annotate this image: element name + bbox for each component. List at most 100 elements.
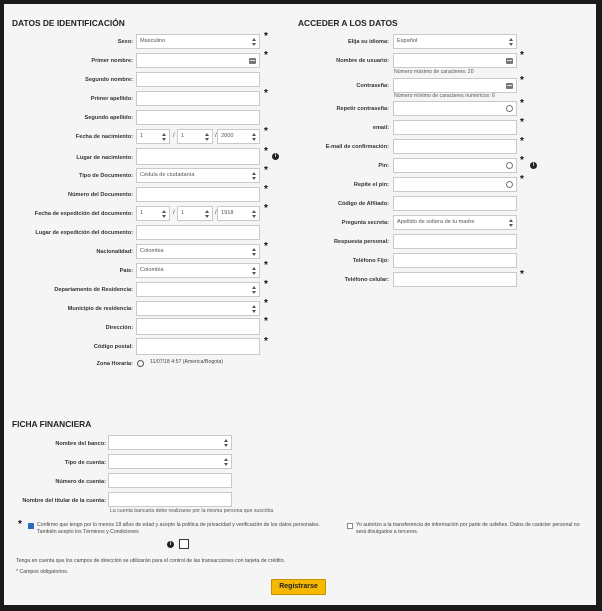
tipo-cuenta-select[interactable]	[108, 454, 232, 469]
contrasena-input[interactable]	[393, 78, 517, 93]
required-note: * Campos obligatorios.	[16, 569, 69, 575]
idioma-select[interactable]: Español	[393, 34, 517, 49]
select-arrows-icon	[161, 132, 167, 142]
departamento-select[interactable]	[136, 282, 260, 297]
fecha-nacimiento-label: Fecha de nacimiento:	[75, 134, 133, 140]
required-star: *	[264, 31, 268, 42]
fecha-exp-month-select[interactable]: 1	[177, 206, 213, 221]
required-star: *	[520, 155, 524, 166]
reveal-icon[interactable]	[506, 181, 513, 188]
select-arrows-icon	[204, 132, 210, 142]
direccion-input[interactable]	[136, 318, 260, 335]
required-star: *	[520, 269, 524, 280]
segundo-apellido-label: Segundo apellido:	[84, 115, 133, 121]
pregunta-select[interactable]: Apellido de soltera de tu madre	[393, 215, 517, 230]
pais-select[interactable]: Colombia	[136, 263, 260, 278]
select-arrows-icon	[251, 304, 257, 314]
date-separator: /	[173, 133, 175, 139]
idioma-value: Español	[397, 38, 418, 44]
titular-label: Nombre del titular de la cuenta:	[22, 498, 106, 504]
pais-label: País:	[119, 268, 133, 274]
idioma-label: Elija su idioma:	[347, 39, 389, 45]
required-star: *	[264, 279, 268, 290]
tipo-documento-label: Tipo de Documento:	[79, 173, 133, 179]
respuesta-input[interactable]	[393, 234, 517, 249]
lugar-expedicion-input[interactable]	[136, 225, 260, 240]
required-star: *	[264, 336, 268, 347]
primer-nombre-input[interactable]	[136, 53, 260, 68]
telefono-fijo-input[interactable]	[393, 253, 517, 268]
required-star: *	[264, 146, 268, 157]
register-button[interactable]: Registrarse	[271, 579, 326, 595]
required-star: *	[520, 136, 524, 147]
reveal-icon[interactable]	[506, 162, 513, 169]
info-icon[interactable]: i	[167, 541, 174, 548]
sexo-select[interactable]: Masculino	[136, 34, 260, 49]
pregunta-value: Apellido de soltera de tu madre	[397, 219, 475, 225]
fecha-nac-day-value: 1	[140, 133, 144, 139]
segundo-apellido-input[interactable]	[136, 110, 260, 125]
required-star: *	[264, 260, 268, 271]
repetir-contrasena-input[interactable]	[393, 101, 517, 116]
fecha-nac-year-select[interactable]: 2000	[217, 129, 260, 144]
afiliado-input[interactable]	[393, 196, 517, 211]
lugar-nacimiento-input[interactable]	[136, 148, 260, 165]
municipio-select[interactable]	[136, 301, 260, 316]
primer-apellido-label: Primer apellido:	[90, 96, 133, 102]
pregunta-label: Pregunta secreta:	[341, 220, 389, 226]
footer-note: Tenga en cuenta que los campos de direcc…	[16, 558, 286, 564]
tipo-cuenta-label: Tipo de cuenta:	[64, 460, 106, 466]
direccion-label: Dirección:	[105, 325, 133, 331]
info-icon[interactable]: i	[272, 153, 279, 160]
email-input[interactable]	[393, 120, 517, 135]
terms-checkbox[interactable]	[28, 523, 34, 529]
document-icon[interactable]	[179, 539, 189, 549]
select-arrows-icon	[508, 218, 514, 228]
fecha-nac-day-select[interactable]: 1	[136, 129, 170, 144]
fecha-exp-day-select[interactable]: 1	[136, 206, 170, 221]
municipio-label: Municipio de residencia:	[67, 306, 133, 312]
keyboard-icon[interactable]	[506, 58, 513, 64]
fecha-nac-month-select[interactable]: 1	[177, 129, 213, 144]
registration-panel: DATOS DE IDENTIFICACIÓN ACCEDER A LOS DA…	[4, 4, 596, 605]
numero-cuenta-input[interactable]	[108, 473, 232, 488]
titular-hint: La cuenta bancaria debe realizarse por l…	[110, 508, 274, 514]
email-label: email:	[372, 125, 389, 131]
usuario-label: Nombre de usuario:	[336, 58, 389, 64]
primer-nombre-label: Primer nombre:	[91, 58, 133, 64]
info-icon[interactable]: i	[530, 162, 537, 169]
repetir-contrasena-label: Repetir contraseña:	[336, 106, 389, 112]
select-arrows-icon	[251, 247, 257, 257]
titular-input[interactable]	[108, 492, 232, 507]
usuario-hint: Número máximo de caracteres: 20	[394, 69, 474, 75]
segundo-nombre-input[interactable]	[136, 72, 260, 87]
section-title-identificacion: DATOS DE IDENTIFICACIÓN	[12, 18, 125, 28]
keyboard-icon[interactable]	[506, 83, 513, 89]
fecha-exp-month-value: 1	[181, 210, 185, 216]
tipo-documento-select[interactable]: Cédula de ciudadanía	[136, 168, 260, 183]
fecha-exp-year-value: 1918	[221, 210, 234, 216]
required-star: *	[18, 519, 22, 530]
zona-horaria-value: 11/07/18 4:57 (America/Bogota)	[150, 359, 224, 365]
pin-input[interactable]	[393, 158, 517, 173]
fecha-exp-year-select[interactable]: 1918	[217, 206, 260, 221]
keyboard-icon[interactable]	[249, 58, 256, 64]
select-arrows-icon	[251, 132, 257, 142]
codigo-postal-input[interactable]	[136, 338, 260, 355]
email-confirm-input[interactable]	[393, 139, 517, 154]
numero-documento-input[interactable]	[136, 187, 260, 202]
telefono-celular-input[interactable]	[393, 272, 517, 287]
codigo-postal-label: Código postal:	[93, 344, 133, 350]
required-star: *	[264, 50, 268, 61]
nacionalidad-select[interactable]: Colombia	[136, 244, 260, 259]
select-arrows-icon	[251, 285, 257, 295]
reveal-icon[interactable]	[506, 105, 513, 112]
required-star: *	[264, 316, 268, 327]
repite-pin-input[interactable]	[393, 177, 517, 192]
nacionalidad-value: Colombia	[140, 248, 164, 254]
usuario-input[interactable]	[393, 53, 517, 68]
select-arrows-icon	[251, 37, 257, 47]
banco-select[interactable]	[108, 435, 232, 450]
transfer-checkbox[interactable]	[347, 523, 353, 529]
primer-apellido-input[interactable]	[136, 91, 260, 106]
